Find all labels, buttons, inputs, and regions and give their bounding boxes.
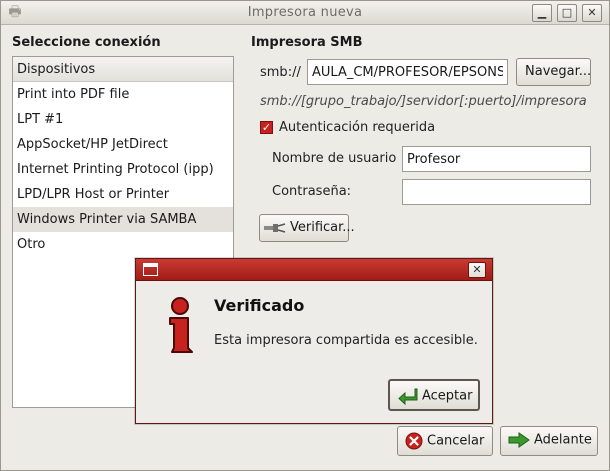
- smb-section-title: Impresora SMB: [251, 35, 363, 50]
- verify-label: Verificar...: [290, 220, 355, 235]
- return-arrow-icon: [398, 388, 418, 405]
- forward-arrow-icon: [508, 432, 530, 448]
- smb-path-input[interactable]: [307, 59, 508, 85]
- close-button[interactable]: ✕: [582, 4, 602, 22]
- username-field[interactable]: [402, 146, 591, 172]
- dialog-heading: Verificado: [214, 296, 305, 315]
- list-item-lpd[interactable]: LPD/LPR Host or Printer: [13, 182, 233, 207]
- smb-format-hint: smb://[grupo_trabajo/]servidor[:puerto]/…: [260, 94, 587, 109]
- dialog-message: Esta impresora compartida es accesible.: [214, 333, 478, 348]
- maximize-button[interactable]: □: [557, 4, 577, 22]
- password-field[interactable]: [402, 179, 591, 205]
- dialog-titlebar[interactable]: ✕: [136, 259, 492, 281]
- next-label: Adelante: [534, 432, 592, 448]
- minimize-button[interactable]: ▁: [532, 4, 552, 22]
- accept-label: Aceptar: [422, 388, 473, 404]
- smb-prefix-label: smb://: [260, 65, 301, 80]
- window-titlebar[interactable]: 🖶 Impresora nueva ▁ □ ✕: [1, 1, 609, 25]
- auth-label: Autenticación requerida: [279, 120, 436, 135]
- list-item-other[interactable]: Otro: [13, 232, 233, 257]
- list-item-ipp[interactable]: Internet Printing Protocol (ipp): [13, 157, 233, 182]
- cancel-label: Cancelar: [427, 433, 485, 449]
- auth-checkbox[interactable]: ✓: [260, 121, 273, 134]
- cancel-button[interactable]: Cancelar: [397, 426, 493, 456]
- browse-button[interactable]: Navegar...: [516, 58, 591, 86]
- list-header[interactable]: Dispositivos: [13, 57, 233, 82]
- connection-section-title: Seleccione conexión: [12, 35, 161, 50]
- window-icon: [143, 263, 158, 276]
- username-label: Nombre de usuario: [272, 151, 397, 166]
- dialog-close-button[interactable]: ✕: [468, 262, 486, 278]
- list-item-samba[interactable]: Windows Printer via SAMBA: [13, 207, 233, 232]
- connector-icon: [264, 222, 286, 233]
- cancel-icon: [405, 432, 423, 450]
- list-item-pdf[interactable]: Print into PDF file: [13, 82, 233, 107]
- verified-dialog: ✕ Verificado Esta impresora compartida e…: [135, 258, 493, 424]
- list-item-appsocket[interactable]: AppSocket/HP JetDirect: [13, 132, 233, 157]
- password-label: Contraseña:: [272, 184, 352, 199]
- info-icon: [169, 297, 193, 353]
- window-title: Impresora nueva: [247, 5, 363, 20]
- next-button[interactable]: Adelante: [500, 426, 598, 456]
- list-item-lpt1[interactable]: LPT #1: [13, 107, 233, 132]
- verify-button[interactable]: Verificar...: [259, 214, 355, 242]
- accept-button[interactable]: Aceptar: [388, 379, 480, 411]
